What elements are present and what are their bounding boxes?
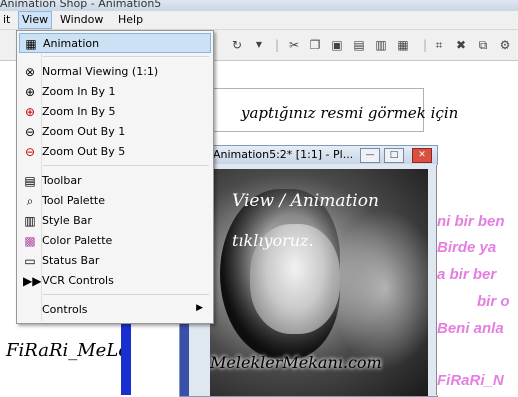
window-title: Animation Shop - Animation5 <box>0 0 162 10</box>
menu-item-zoom-in-1[interactable]: ⊕ Zoom In By 1 <box>19 82 211 102</box>
menu-item-zoom-out-1[interactable]: ⊖ Zoom Out By 1 <box>19 122 211 142</box>
zoom-in-5-icon: ⊕ <box>24 105 36 119</box>
menu-item-label: VCR Controls <box>42 274 114 287</box>
menu-window[interactable]: Window <box>57 12 106 28</box>
zoom-in-icon: ⊕ <box>24 85 36 99</box>
zoom-out-icon: ⊖ <box>24 125 36 139</box>
menu-item-tool-palette[interactable]: ⌕ Tool Palette <box>19 191 211 211</box>
pink-line: Birde ya <box>437 239 497 256</box>
menu-item-controls[interactable]: Controls ▶ <box>19 300 211 320</box>
menu-item-toolbar[interactable]: ▤ Toolbar <box>19 171 211 191</box>
menu-item-label: Toolbar <box>42 174 82 187</box>
menu-item-vcr-controls[interactable]: ▶▶ VCR Controls <box>19 271 211 291</box>
menu-item-label: Status Bar <box>42 254 100 267</box>
menu-item-style-bar[interactable]: ▥ Style Bar <box>19 211 211 231</box>
pink-line: Beni anla <box>437 320 504 337</box>
title-bar: Animation Shop - Animation5 <box>0 0 518 11</box>
redo-icon[interactable]: ↻ <box>230 38 244 52</box>
separator: | <box>274 38 280 52</box>
menu-edit[interactable]: it <box>0 12 13 28</box>
pink-text-panel: ni bir ben Birde ya a bir ber bir o Beni… <box>436 165 518 395</box>
menu-item-label: Normal Viewing (1:1) <box>42 65 159 78</box>
menu-help[interactable]: Help <box>115 12 146 28</box>
settings-icon[interactable]: ⚙ <box>498 38 512 52</box>
toolbar-icon: ▤ <box>24 174 36 188</box>
paste-new-icon[interactable]: ▤ <box>352 38 366 52</box>
minimize-button[interactable]: — <box>360 148 380 163</box>
menu-item-label: Tool Palette <box>42 194 105 207</box>
image-window-title: Animation5:2* [1:1] - Pl... <box>213 148 354 161</box>
menu-item-label: Animation <box>43 37 100 50</box>
image-window[interactable]: Animation5:2* [1:1] - Pl... — □ ✕ View /… <box>179 145 438 397</box>
menu-bar: it View Window Help <box>0 11 518 30</box>
menu-separator <box>43 56 209 57</box>
normal-view-icon: ⊗ <box>24 65 36 79</box>
menu-item-zoom-in-5[interactable]: ⊕ Zoom In By 5 <box>19 102 211 122</box>
menu-item-animation[interactable]: ▦ Animation <box>19 33 211 53</box>
pink-line: a bir ber <box>437 266 497 283</box>
image-caption-line2: tıklıyoruz. <box>232 231 314 250</box>
view-menu-dropdown: ▦ Animation ⊗ Normal Viewing (1:1) ⊕ Zoo… <box>16 30 214 324</box>
pink-line: ni bir ben <box>437 213 505 230</box>
menu-item-label: Color Palette <box>42 234 113 247</box>
image-watermark: MeleklerMekanı.com <box>210 353 382 372</box>
submenu-arrow-icon: ▶ <box>196 303 203 313</box>
vcr-controls-icon: ▶▶ <box>23 274 42 288</box>
copy-icon[interactable]: ❐ <box>308 38 322 52</box>
menu-item-label: Zoom Out By 5 <box>42 145 126 158</box>
pink-line: bir o <box>477 293 510 310</box>
menu-separator <box>43 294 209 295</box>
menu-item-status-bar[interactable]: ▭ Status Bar <box>19 251 211 271</box>
menu-item-label: Zoom In By 5 <box>42 105 116 118</box>
menu-item-label: Zoom In By 1 <box>42 85 116 98</box>
animation-icon: ▦ <box>25 37 37 51</box>
cut-icon[interactable]: ✂ <box>287 38 301 52</box>
close-button[interactable]: ✕ <box>412 148 432 163</box>
dropdown-arrow-icon[interactable]: ▼ <box>252 38 266 52</box>
delete-icon[interactable]: ✖ <box>454 38 468 52</box>
menu-separator <box>43 165 209 166</box>
separator: | <box>422 38 428 52</box>
paste-before-icon[interactable]: ▥ <box>374 38 388 52</box>
paste-after-icon[interactable]: ▦ <box>396 38 410 52</box>
instruction-text: yaptığınız resmi görmek için <box>241 104 459 122</box>
menu-item-label: Zoom Out By 1 <box>42 125 126 138</box>
image-window-title-bar[interactable]: Animation5:2* [1:1] - Pl... — □ ✕ <box>180 146 437 164</box>
style-bar-icon: ▥ <box>24 214 36 228</box>
pink-line: FiRaRi_N <box>437 372 504 389</box>
menu-item-zoom-out-5[interactable]: ⊖ Zoom Out By 5 <box>19 142 211 162</box>
maximize-button[interactable]: □ <box>384 148 404 163</box>
duplicate-icon[interactable]: ⧉ <box>476 38 490 52</box>
photo-wing <box>330 209 428 369</box>
menu-item-normal-viewing[interactable]: ⊗ Normal Viewing (1:1) <box>19 62 211 82</box>
crop-icon[interactable]: ⌗ <box>432 38 446 52</box>
zoom-out-5-icon: ⊖ <box>24 145 36 159</box>
status-bar-icon: ▭ <box>24 254 36 268</box>
menu-item-label: Style Bar <box>42 214 92 227</box>
menu-item-label: Controls <box>42 303 88 316</box>
image-caption-line1: View / Animation <box>232 191 379 211</box>
animation-frame-image: View / Animation tıklıyoruz. MeleklerMek… <box>210 169 428 396</box>
tool-palette-icon: ⌕ <box>26 194 34 208</box>
paste-icon[interactable]: ▣ <box>330 38 344 52</box>
color-palette-icon: ▩ <box>24 234 36 248</box>
menu-view[interactable]: View <box>18 11 53 29</box>
menu-item-color-palette[interactable]: ▩ Color Palette <box>19 231 211 251</box>
